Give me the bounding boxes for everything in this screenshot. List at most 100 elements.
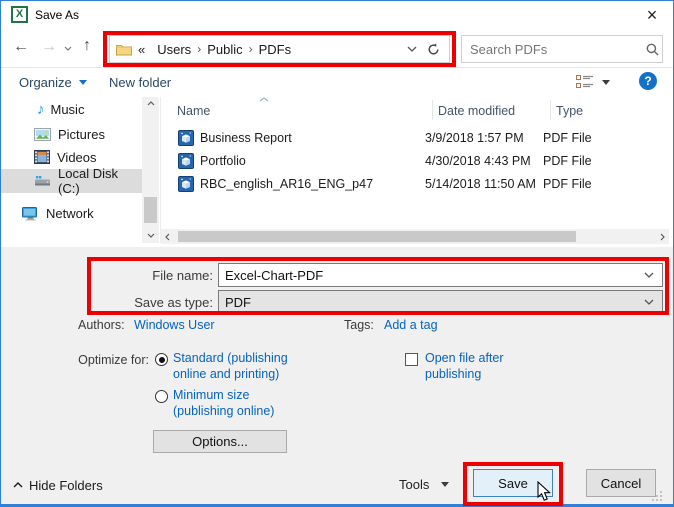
table-row[interactable]: Business Report 3/9/2018 1:57 PM PDF Fil… [161,127,669,148]
column-divider[interactable] [432,100,433,120]
options-button[interactable]: Options... [153,430,287,453]
music-icon: ♪ [37,101,45,118]
open-file-label-line1[interactable]: Open file after [425,351,504,365]
sort-ascending-icon [259,97,269,102]
save-button-label: Save [498,476,528,491]
cancel-button-label: Cancel [601,476,641,491]
address-bar[interactable]: « Users › Public › PDFs [109,35,450,63]
views-icon[interactable] [576,75,594,89]
network-icon [21,206,40,221]
resize-grip[interactable] [651,490,663,502]
table-row[interactable]: Portfolio 4/30/2018 4:43 PM PDF File [161,150,669,171]
radio-minimum-label-line2[interactable]: (publishing online) [173,404,274,418]
optimize-for-label: Optimize for: [59,353,149,367]
open-file-label-line2[interactable]: publishing [425,367,481,381]
radio-standard[interactable] [155,353,168,366]
save-as-type-label: Save as type: [105,295,213,310]
hide-folders-chevron-icon[interactable] [13,482,23,488]
breadcrumb-item-public[interactable]: Public [201,42,248,57]
file-name: Business Report [200,131,425,145]
file-date-modified: 4/30/2018 4:43 PM [425,154,543,168]
recent-locations-chevron-icon[interactable] [64,46,72,51]
organize-button[interactable]: Organize [19,73,87,91]
file-type: PDF File [543,177,592,191]
breadcrumb-overflow[interactable]: « [132,42,151,57]
tools-label: Tools [399,477,429,492]
back-button[interactable]: ← [13,38,29,56]
file-date-modified: 3/9/2018 1:57 PM [425,131,543,145]
scroll-right-icon[interactable] [660,233,665,241]
sidebar-item-pictures[interactable]: Pictures [1,122,142,146]
save-as-type-value: PDF [219,295,644,310]
file-date-modified: 5/14/2018 11:50 AM [425,177,543,191]
scroll-up-icon[interactable] [147,101,155,106]
column-divider[interactable] [550,100,551,120]
search-input[interactable] [462,42,646,57]
refresh-icon[interactable] [427,43,440,56]
scroll-left-icon[interactable] [165,233,170,241]
scrollbar-thumb[interactable] [178,231,576,242]
sidebar-item-network[interactable]: Network [1,201,142,225]
tools-button[interactable]: Tools [399,475,449,493]
close-button[interactable]: × [641,5,663,25]
scroll-down-icon[interactable] [147,233,155,238]
radio-standard-label-line2[interactable]: online and printing) [173,367,279,381]
authors-value[interactable]: Windows User [134,318,215,332]
file-list-horizontal-scrollbar[interactable] [161,229,669,244]
options-button-label: Options... [192,434,248,449]
forward-button: → [41,38,57,56]
sidebar-item-label: Videos [57,150,97,165]
breadcrumb-item-pdfs[interactable]: PDFs [253,42,298,57]
pdf-file-icon [178,153,194,169]
sidebar-scrollbar[interactable] [142,97,159,243]
chevron-down-icon [79,80,87,85]
radio-minimum-size[interactable] [155,390,168,403]
up-button[interactable]: ↑ [83,37,91,55]
file-name-input[interactable] [219,268,644,283]
window-title: Save As [35,8,79,22]
file-name: RBC_english_AR16_ENG_p47 [200,177,425,191]
file-name: Portfolio [200,154,425,168]
tags-label: Tags: [344,318,374,332]
sidebar-item-label: Local Disk (C:) [58,166,142,196]
sidebar-item-local-disk[interactable]: Local Disk (C:) [1,169,142,193]
organize-label: Organize [19,75,72,90]
radio-standard-label-line1[interactable]: Standard (publishing [173,351,288,365]
open-file-after-publishing-checkbox[interactable] [405,353,418,366]
hide-folders-button[interactable]: Hide Folders [29,478,103,493]
views-dropdown-chevron-icon[interactable] [602,80,610,85]
save-as-type-combobox[interactable]: PDF [218,290,663,314]
chevron-down-icon [441,482,449,487]
new-folder-button[interactable]: New folder [109,73,171,91]
file-name-label: File name: [121,268,213,283]
address-dropdown-chevron-icon[interactable] [407,46,417,52]
column-header-name[interactable]: Name [177,104,210,118]
videos-icon [34,150,50,164]
nav-separator [1,67,673,68]
new-folder-label: New folder [109,75,171,90]
mouse-cursor [537,481,552,502]
search-box[interactable] [461,35,663,63]
help-icon[interactable]: ? [639,72,657,90]
folder-icon [116,43,132,56]
chevron-down-icon[interactable] [644,299,654,305]
tags-add-link[interactable]: Add a tag [384,318,438,332]
column-header-type[interactable]: Type [556,104,583,118]
pictures-icon [34,128,51,141]
authors-label: Authors: [78,318,125,332]
column-header-date-modified[interactable]: Date modified [438,104,515,118]
scrollbar-thumb[interactable] [144,197,157,223]
table-row[interactable]: RBC_english_AR16_ENG_p47 5/14/2018 11:50… [161,173,669,194]
pdf-file-icon [178,130,194,146]
pdf-file-icon [178,176,194,192]
file-name-combobox[interactable] [218,263,663,287]
title-bar: X Save As × [1,1,673,29]
chevron-down-icon[interactable] [644,272,654,278]
cancel-button[interactable]: Cancel [586,469,656,497]
breadcrumb-item-users[interactable]: Users [151,42,197,57]
search-icon[interactable] [646,43,659,56]
sidebar-item-music[interactable]: ♪ Music [1,97,142,121]
file-type: PDF File [543,154,592,168]
local-disk-icon [34,175,51,187]
radio-minimum-label-line1[interactable]: Minimum size [173,388,249,402]
